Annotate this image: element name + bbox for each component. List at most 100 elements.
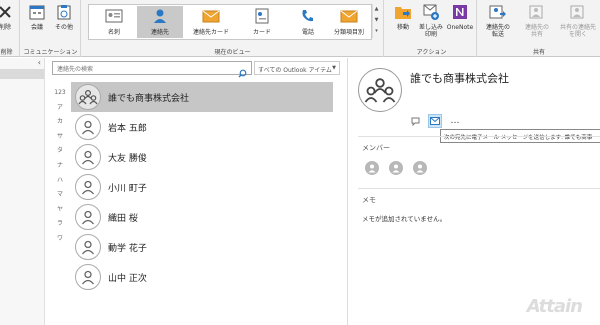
contact-name: 大友 勝俊 bbox=[108, 153, 147, 164]
mail-merge-button[interactable]: 差し込み 印刷 bbox=[417, 3, 445, 41]
card-icon bbox=[252, 8, 272, 24]
contact-row[interactable]: 動学 花子 bbox=[71, 232, 333, 262]
index-item[interactable]: ワ bbox=[53, 232, 67, 247]
view-by-category[interactable]: 分類項目別 bbox=[329, 6, 369, 38]
view-card[interactable]: カード bbox=[239, 6, 285, 38]
share-group-caption: 共有 bbox=[532, 49, 545, 56]
contact-name: 小川 町子 bbox=[108, 183, 147, 194]
calendar-icon bbox=[28, 3, 46, 21]
index-item[interactable]: マ bbox=[53, 188, 67, 203]
contact-group-icon bbox=[75, 84, 101, 110]
actions-group-caption: アクション bbox=[416, 49, 447, 56]
onenote-button[interactable]: OneNote bbox=[445, 3, 475, 41]
delete-button[interactable]: 削除 bbox=[0, 3, 18, 41]
onenote-icon bbox=[451, 3, 469, 21]
index-item[interactable]: ラ bbox=[53, 217, 67, 232]
memo-header: メモ bbox=[362, 196, 376, 204]
contact-group-title: 誰でも商事株式会社 bbox=[410, 72, 509, 85]
share-contacts-button[interactable]: 連絡先の 共有 bbox=[518, 3, 556, 41]
contact-search-input[interactable]: 連絡先の検索 bbox=[52, 61, 252, 78]
scroll-down-icon[interactable]: ▼ bbox=[373, 15, 380, 26]
outlook-contacts-window: 削除 削除 会議 その他 コミュニケーション 現在のビュー 名刺 連絡先 連絡先… bbox=[0, 0, 600, 325]
view-contact-card[interactable]: 連絡先カード bbox=[185, 6, 237, 38]
index-item[interactable]: ハ bbox=[53, 174, 67, 189]
view-label: 連絡先 bbox=[150, 29, 169, 36]
folder-icon bbox=[394, 3, 412, 21]
memo-text: メモが追加されていません。 bbox=[362, 215, 447, 223]
index-item[interactable]: 123 bbox=[53, 86, 67, 101]
gallery-expand-icon[interactable]: ▾ bbox=[373, 26, 380, 37]
search-icon[interactable] bbox=[238, 63, 247, 82]
person-avatar-icon bbox=[75, 114, 101, 140]
communication-group-caption: コミュニケーション bbox=[23, 49, 78, 56]
meeting-label: 会議 bbox=[30, 24, 43, 31]
contact-row[interactable]: 小川 町子 bbox=[71, 172, 333, 202]
ribbon-group-actions: 移動 差し込み 印刷 OneNote アクション bbox=[387, 0, 477, 57]
person-avatar-icon bbox=[75, 204, 101, 230]
member-avatar-icon[interactable] bbox=[365, 161, 379, 175]
alphabet-index: 123 ア カ サ タ ナ ハ マ ヤ ラ ワ bbox=[53, 86, 67, 247]
delete-label: 削除 bbox=[0, 24, 11, 31]
forward-contact-button[interactable]: 連絡先の 転送 bbox=[480, 3, 516, 41]
gallery-scroll[interactable]: ▲ ▼ ▾ bbox=[372, 4, 380, 38]
folder-pane-collapsed: ‹ bbox=[0, 58, 45, 325]
selected-folder-highlight[interactable] bbox=[0, 69, 44, 79]
move-button[interactable]: 移動 bbox=[389, 3, 417, 41]
view-contacts[interactable]: 連絡先 bbox=[137, 6, 183, 38]
watermark-logo: Attain bbox=[526, 296, 583, 317]
phone-icon bbox=[298, 8, 318, 24]
forward-contact-label: 連絡先の 転送 bbox=[485, 24, 510, 38]
index-item[interactable]: タ bbox=[53, 144, 67, 159]
contact-detail-pane: 誰でも商事株式会社 … 次の宛先に電子メール メッセージを送信します: 誰でも商… bbox=[348, 58, 600, 325]
index-item[interactable]: ア bbox=[53, 101, 67, 116]
current-view-caption: 現在のビュー bbox=[214, 49, 251, 56]
index-item[interactable]: カ bbox=[53, 115, 67, 130]
view-label: 電話 bbox=[301, 29, 314, 36]
ribbon: 削除 削除 会議 その他 コミュニケーション 現在のビュー 名刺 連絡先 連絡先… bbox=[0, 0, 600, 57]
collapse-chevron-icon[interactable]: ‹ bbox=[38, 58, 41, 67]
view-label: 名刺 bbox=[107, 29, 120, 36]
contact-name: 動学 花子 bbox=[108, 243, 147, 254]
view-business-card[interactable]: 名刺 bbox=[91, 6, 137, 38]
contact-row[interactable]: 岩本 五郎 bbox=[71, 112, 333, 142]
person-avatar-icon bbox=[75, 174, 101, 200]
member-avatar-icon[interactable] bbox=[413, 161, 427, 175]
other-button[interactable]: その他 bbox=[51, 3, 77, 41]
view-phone[interactable]: 電話 bbox=[285, 6, 331, 38]
contact-forward-icon bbox=[489, 3, 507, 21]
send-email-icon[interactable] bbox=[428, 114, 442, 128]
contact-row[interactable]: 大友 勝俊 bbox=[71, 142, 333, 172]
contact-row[interactable]: 山中 正次 bbox=[71, 262, 333, 292]
mail-merge-icon bbox=[422, 3, 440, 21]
person-icon bbox=[150, 8, 170, 24]
divider bbox=[358, 136, 600, 137]
more-options-icon[interactable]: … bbox=[448, 114, 462, 128]
contact-row-group[interactable]: 誰でも商事株式会社 bbox=[71, 82, 333, 112]
view-label: カード bbox=[252, 29, 271, 36]
view-label: 分類項目別 bbox=[333, 29, 364, 36]
members-header: メンバー bbox=[362, 144, 390, 152]
contact-row[interactable]: 織田 桜 bbox=[71, 202, 333, 232]
delete-x-icon bbox=[0, 3, 14, 21]
open-shared-label: 共有の連絡先 を開く bbox=[559, 24, 596, 38]
contact-name: 織田 桜 bbox=[108, 213, 138, 224]
search-scope-dropdown[interactable]: すべての Outlook アイテム ▼ bbox=[254, 61, 340, 75]
divider bbox=[358, 188, 600, 189]
mail-merge-label: 差し込み 印刷 bbox=[418, 24, 443, 38]
member-avatar-icon[interactable] bbox=[389, 161, 403, 175]
view-gallery: 名刺 連絡先 連絡先カード カード 電話 分類項目別 bbox=[88, 4, 372, 40]
index-item[interactable]: ナ bbox=[53, 159, 67, 174]
other-label: その他 bbox=[54, 24, 73, 31]
im-chat-icon[interactable] bbox=[408, 114, 422, 128]
contact-name: 山中 正次 bbox=[108, 273, 147, 284]
envelope-icon bbox=[201, 8, 221, 24]
person-avatar-icon bbox=[75, 144, 101, 170]
envelope-icon bbox=[339, 8, 359, 24]
share-contacts-icon bbox=[528, 3, 546, 21]
scroll-up-icon[interactable]: ▲ bbox=[373, 4, 380, 15]
index-item[interactable]: サ bbox=[53, 130, 67, 145]
open-shared-contacts-button[interactable]: 共有の連絡先 を開く bbox=[558, 3, 598, 41]
index-item[interactable]: ヤ bbox=[53, 203, 67, 218]
move-label: 移動 bbox=[396, 24, 409, 31]
meeting-button[interactable]: 会議 bbox=[25, 3, 49, 41]
